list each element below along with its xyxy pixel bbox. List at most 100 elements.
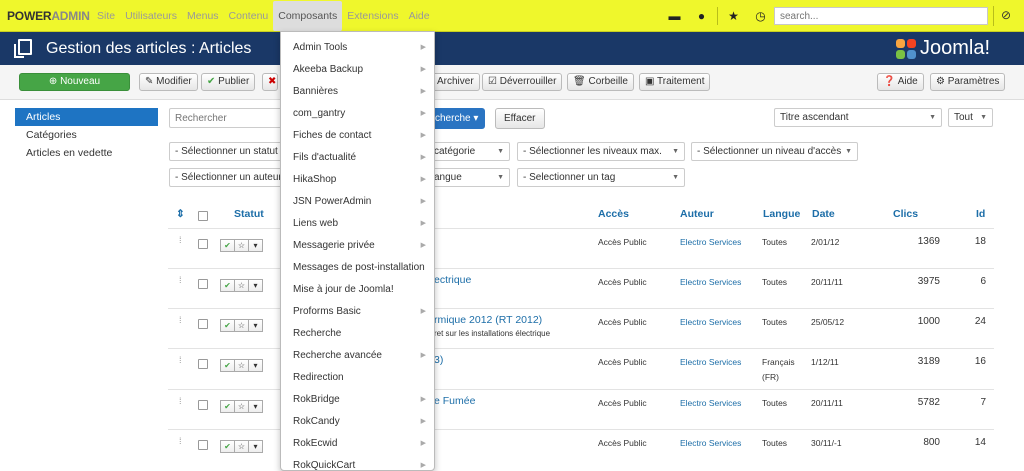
dropdown-item[interactable]: Fils d'actualité ▶ xyxy=(281,147,434,169)
row-checkbox[interactable] xyxy=(198,359,208,369)
brand-logo[interactable]: POWERADMIN xyxy=(7,9,90,23)
dropdown-item[interactable]: RokBridge ▶ xyxy=(281,389,434,411)
published-check-icon[interactable]: ✔ xyxy=(220,319,235,332)
author-filter[interactable]: - Sélectionner un auteur xyxy=(169,168,283,187)
col-header-date[interactable]: Date xyxy=(812,208,835,220)
dropdown-item[interactable]: JSN PowerAdmin ▶ xyxy=(281,191,434,213)
dropdown-item[interactable]: Messagerie privée ▶ xyxy=(281,235,434,257)
dropdown-item[interactable]: Akeeba Backup ▶ xyxy=(281,59,434,81)
dropdown-item[interactable]: Recherche avancée ▶ xyxy=(281,345,434,367)
topnav-site[interactable]: Site xyxy=(92,0,120,32)
topnav-components[interactable]: Composants xyxy=(273,1,343,31)
actions-caret-icon[interactable]: ▾ xyxy=(248,400,263,413)
dropdown-item[interactable]: Redirection xyxy=(281,367,434,389)
dropdown-item[interactable]: Mise à jour de Joomla! xyxy=(281,279,434,301)
col-header-status[interactable]: Statut xyxy=(234,208,264,220)
drag-handle-icon[interactable]: ⁞ xyxy=(179,315,181,325)
category-filter[interactable]: catégorie ▼ xyxy=(428,142,510,161)
topnav-help[interactable]: Aide xyxy=(404,0,435,32)
drag-handle-icon[interactable]: ⁞ xyxy=(179,235,181,245)
featured-star-icon[interactable]: ☆ xyxy=(234,319,249,332)
published-check-icon[interactable]: ✔ xyxy=(220,400,235,413)
topnav-users[interactable]: Utilisateurs xyxy=(120,0,182,32)
author-link[interactable]: Electro Services xyxy=(680,398,741,408)
published-check-icon[interactable]: ✔ xyxy=(220,440,235,453)
article-title-link[interactable]: ectrique xyxy=(434,274,471,286)
author-link[interactable]: Electro Services xyxy=(680,438,741,448)
topnav-menus[interactable]: Menus xyxy=(182,0,224,32)
sidebar-item-categories[interactable]: Catégories xyxy=(15,126,158,144)
sidebar-item-featured[interactable]: Articles en vedette xyxy=(15,144,158,162)
row-checkbox[interactable] xyxy=(198,319,208,329)
max-levels-filter[interactable]: - Sélectionner les niveaux max. ▼ xyxy=(517,142,685,161)
dropdown-item[interactable]: com_gantry ▶ xyxy=(281,103,434,125)
tag-filter[interactable]: - Selectionner un tag ▼ xyxy=(517,168,685,187)
search-button[interactable]: cherche ▾ xyxy=(428,108,486,129)
featured-star-icon[interactable]: ☆ xyxy=(234,279,249,292)
batch-button[interactable]: ▣ Traitement xyxy=(639,73,711,91)
dropdown-item[interactable]: RokCandy ▶ xyxy=(281,411,434,433)
drag-handle-icon[interactable]: ⁞ xyxy=(179,436,181,446)
dropdown-item[interactable]: RokEcwid ▶ xyxy=(281,433,434,455)
sort-ordering-icon[interactable]: ⇕ xyxy=(176,208,185,220)
actions-caret-icon[interactable]: ▾ xyxy=(248,279,263,292)
search-input[interactable] xyxy=(774,7,988,25)
monitor-icon[interactable]: ▬ xyxy=(661,9,688,23)
article-title-link[interactable]: 3) xyxy=(434,354,443,366)
dropdown-item[interactable]: Messages de post-installation xyxy=(281,257,434,279)
actions-caret-icon[interactable]: ▾ xyxy=(248,239,263,252)
dropdown-item[interactable]: RokQuickCart ▶ xyxy=(281,455,434,470)
author-link[interactable]: Electro Services xyxy=(680,317,741,327)
user-icon[interactable]: ● xyxy=(688,9,715,23)
clear-button[interactable]: Effacer xyxy=(495,108,545,129)
col-header-language[interactable]: Langue xyxy=(763,208,800,220)
star-icon[interactable]: ★ xyxy=(720,9,747,23)
check-circle-icon[interactable]: ⊘ xyxy=(1001,8,1011,22)
row-checkbox[interactable] xyxy=(198,279,208,289)
drag-handle-icon[interactable]: ⁞ xyxy=(179,275,181,285)
unlock-button[interactable]: ☑ Déverrouiller xyxy=(482,73,563,91)
featured-star-icon[interactable]: ☆ xyxy=(234,239,249,252)
article-title-link[interactable]: rmique 2012 (RT 2012) xyxy=(434,314,542,326)
filter-search-input[interactable] xyxy=(169,108,284,128)
row-checkbox[interactable] xyxy=(198,239,208,249)
author-link[interactable]: Electro Services xyxy=(680,357,741,367)
edit-button[interactable]: ✎ Modifier xyxy=(139,73,198,91)
actions-caret-icon[interactable]: ▾ xyxy=(248,359,263,372)
dropdown-item[interactable]: Fiches de contact ▶ xyxy=(281,125,434,147)
featured-star-icon[interactable]: ☆ xyxy=(234,359,249,372)
trash-button[interactable]: 🗑 Corbeille xyxy=(567,73,634,91)
dropdown-item[interactable]: Liens web ▶ xyxy=(281,213,434,235)
published-check-icon[interactable]: ✔ xyxy=(220,279,235,292)
published-check-icon[interactable]: ✔ xyxy=(220,239,235,252)
actions-caret-icon[interactable]: ▾ xyxy=(248,440,263,453)
publish-button[interactable]: ✔ Publier xyxy=(201,73,256,91)
dropdown-item[interactable]: Admin Tools ▶ xyxy=(281,37,434,59)
topnav-extensions[interactable]: Extensions xyxy=(342,0,403,32)
dropdown-item[interactable]: Proforms Basic ▶ xyxy=(281,301,434,323)
topnav-content[interactable]: Contenu xyxy=(224,0,274,32)
options-button[interactable]: ⚙ Paramètres xyxy=(930,73,1006,91)
clock-icon[interactable]: ◷ xyxy=(747,9,774,23)
new-button[interactable]: ⊕ Nouveau xyxy=(19,73,130,91)
article-title-link[interactable]: e Fumée xyxy=(434,395,475,407)
col-header-author[interactable]: Auteur xyxy=(680,208,714,220)
drag-handle-icon[interactable]: ⁞ xyxy=(179,355,181,365)
col-header-access[interactable]: Accès xyxy=(598,208,629,220)
row-checkbox[interactable] xyxy=(198,400,208,410)
col-header-id[interactable]: Id xyxy=(976,208,985,220)
drag-handle-icon[interactable]: ⁞ xyxy=(179,396,181,406)
language-filter[interactable]: angue ▼ xyxy=(428,168,510,187)
col-header-hits[interactable]: Clics xyxy=(893,208,918,220)
sort-select[interactable]: Titre ascendant ▼ xyxy=(774,108,942,127)
dropdown-item[interactable]: Bannières ▶ xyxy=(281,81,434,103)
sidebar-item-articles[interactable]: Articles xyxy=(15,108,158,126)
archive-button[interactable]: Archiver xyxy=(432,73,480,91)
access-filter[interactable]: - Sélectionner un niveau d'accès ▼ xyxy=(691,142,858,161)
dropdown-item[interactable]: Recherche xyxy=(281,323,434,345)
dropdown-item[interactable]: HikaShop ▶ xyxy=(281,169,434,191)
status-filter[interactable]: - Sélectionner un statut xyxy=(169,142,283,161)
help-button[interactable]: ❓ Aide xyxy=(877,73,924,91)
select-all-checkbox[interactable] xyxy=(198,211,208,221)
row-checkbox[interactable] xyxy=(198,440,208,450)
